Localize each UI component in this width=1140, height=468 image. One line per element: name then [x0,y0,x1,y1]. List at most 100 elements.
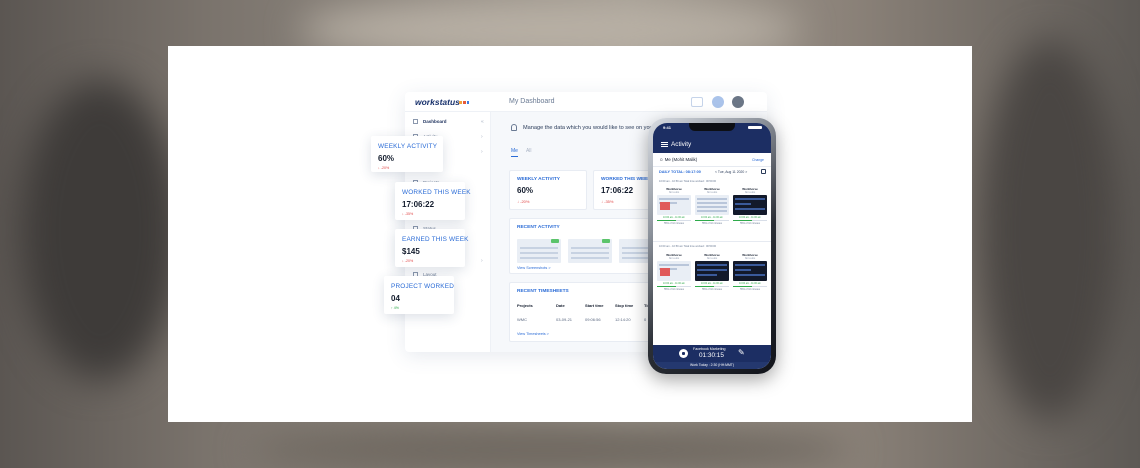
screenshot-card[interactable]: Workhorse No to-dos 10:00 am - 11:00 am … [695,253,729,291]
card-label: PROJECT WORKED [391,283,455,290]
user-icon: ☺ [659,157,664,162]
screenshot-image[interactable] [657,195,691,215]
divider [653,241,771,242]
screenshot-image[interactable] [695,195,729,215]
shot-activity: 55% of 10 minutes [664,288,684,291]
screenshot-thumbnail[interactable] [568,239,612,263]
card-delta: ↓ -35% [402,212,414,216]
project-worked-card: PROJECT WORKED 04 ↑ 4% [384,276,454,314]
phone-screen: 9:41 Activity ☺ Me (Mohit Malik) Change … [653,123,771,369]
edit-icon[interactable]: ✎ [738,349,745,357]
screenshot-image[interactable] [733,195,767,215]
lightbulb-icon [511,124,517,131]
screenshot-card[interactable]: Workhorse No to-dos 10:00 am - 11:00 am … [695,187,729,225]
time-slot-header: 10:00 am - 10:59 am Total time worked : … [659,180,717,183]
chevron-right-icon: › [481,149,483,155]
tip-banner: Manage the data which you would like to … [511,124,655,131]
user-name: Me (Mohit Malik) [664,157,698,162]
view-timesheets-link[interactable]: View Timesheets > [517,332,549,336]
globe-icon[interactable] [712,96,724,108]
column-header: Projects [517,303,533,308]
view-screenshots-link[interactable]: View Screenshots > [517,266,551,270]
dashboard-header: workstatus My Dashboard [405,92,767,112]
tab-all[interactable]: All [526,148,532,154]
widget-delta: ↓ -35% [601,199,614,204]
date-navigator[interactable]: < Tue, Aug 11 2020 > [715,170,747,174]
table-cell: 09:06:56 [585,317,601,322]
phone-mockup: 9:41 Activity ☺ Me (Mohit Malik) Change … [648,118,776,374]
table-cell: 12:14:20 [615,317,631,322]
shot-subtitle: No to-dos [744,257,756,260]
collapse-icon[interactable]: « [481,119,484,125]
calendar-icon[interactable] [761,169,766,174]
grid-icon [413,119,418,125]
screenshot-card[interactable]: Workhorse No to-dos 10:00 am - 11:00 am … [657,253,691,291]
screenshot-thumbnail[interactable] [517,239,561,263]
widget-value: 60% [517,186,534,195]
card-delta: ↓ -20% [378,166,390,170]
tip-text: Manage the data which you would like to … [523,124,655,131]
shot-time: 10:00 am - 11:00 am [739,216,761,219]
shot-activity: 55% of 10 minutes [702,288,722,291]
shot-time: 10:00 am - 11:00 am [739,282,761,285]
stop-timer-icon[interactable] [679,349,688,358]
screenshot-image[interactable] [695,261,729,281]
shot-subtitle: No to-dos [706,191,718,194]
screenshot-card[interactable]: Workhorse No to-dos 10:00 am - 11:00 am … [733,253,767,291]
user-selector[interactable]: ☺ Me (Mohit Malik) [659,157,697,162]
battery-icon [748,126,762,129]
time-slot-header: 10:00 am - 10:59 am Total time worked : … [659,245,717,248]
network-icon[interactable] [691,97,703,107]
card-value: $145 [402,247,420,256]
logo-dots-icon [459,101,469,104]
tab-me[interactable]: Me [511,148,518,157]
tab-bar: Me All [511,148,532,157]
screenshot-card[interactable]: Workhorse No to-dos 10:00 am - 11:00 am … [657,187,691,225]
table-cell: WMC [517,317,527,322]
activity-bar [695,286,729,287]
card-label: EARNED THIS WEEK [402,236,469,243]
timer-task: Facebook Marketing [693,347,726,351]
sidebar-item-dashboard[interactable]: Dashboard [413,119,447,125]
shot-time: 10:00 am - 11:00 am [701,282,723,285]
screenshot-card[interactable]: Workhorse No to-dos 10:00 am - 11:00 am … [733,187,767,225]
shot-time: 10:00 am - 11:00 am [701,216,723,219]
table-cell: 03-09-21 [556,317,573,322]
card-label: WORKED THIS WEEK [402,189,471,196]
widget-delta: ↓ -20% [517,199,530,204]
screenshot-image[interactable] [657,261,691,281]
shot-activity: 55% of 10 minutes [740,222,760,225]
shot-activity: 55% of 10 minutes [740,288,760,291]
change-user-link[interactable]: Change [752,158,764,162]
activity-bar [733,220,767,221]
column-header: Start time [585,303,604,308]
column-header: Date [556,303,565,308]
chevron-right-icon: › [481,134,483,140]
page-title: My Dashboard [509,98,555,105]
work-today: Work Today : 2:30 (HH:MMT) [653,362,771,369]
table-cell: 0 [644,317,647,322]
card-value: 60% [378,154,395,163]
shot-time: 10:00 am - 11:00 am [663,216,685,219]
widget-label: WORKED THIS WEEK [601,177,651,182]
status-time: 9:41 [663,125,672,130]
activity-bar [657,220,691,221]
shot-time: 10:00 am - 11:00 am [663,282,685,285]
weekly-activity-widget: WEEKLY ACTIVITY 60% ↓ -20% [509,170,587,210]
column-header: Stop time [615,303,634,308]
shot-subtitle: No to-dos [668,257,680,260]
activity-bar [695,220,729,221]
phone-notch [689,123,735,131]
menu-icon[interactable] [661,141,668,147]
widget-label: RECENT ACTIVITY [517,225,560,230]
worked-this-week-card: WORKED THIS WEEK 17:06:22 ↓ -35% [395,182,471,220]
shot-activity: 55% of 10 minutes [702,222,722,225]
screenshot-image[interactable] [733,261,767,281]
shot-activity: 55% of 10 minutes [664,222,684,225]
card-delta: ↑ 4% [391,306,399,310]
daily-total: DAILY TOTAL: 08:17:00 [659,170,701,174]
widget-label: RECENT TIMESHEETS [517,289,569,294]
activity-bar [733,286,767,287]
promo-card: workstatus My Dashboard Dashboard « Acti… [168,46,972,422]
avatar[interactable] [732,96,744,108]
